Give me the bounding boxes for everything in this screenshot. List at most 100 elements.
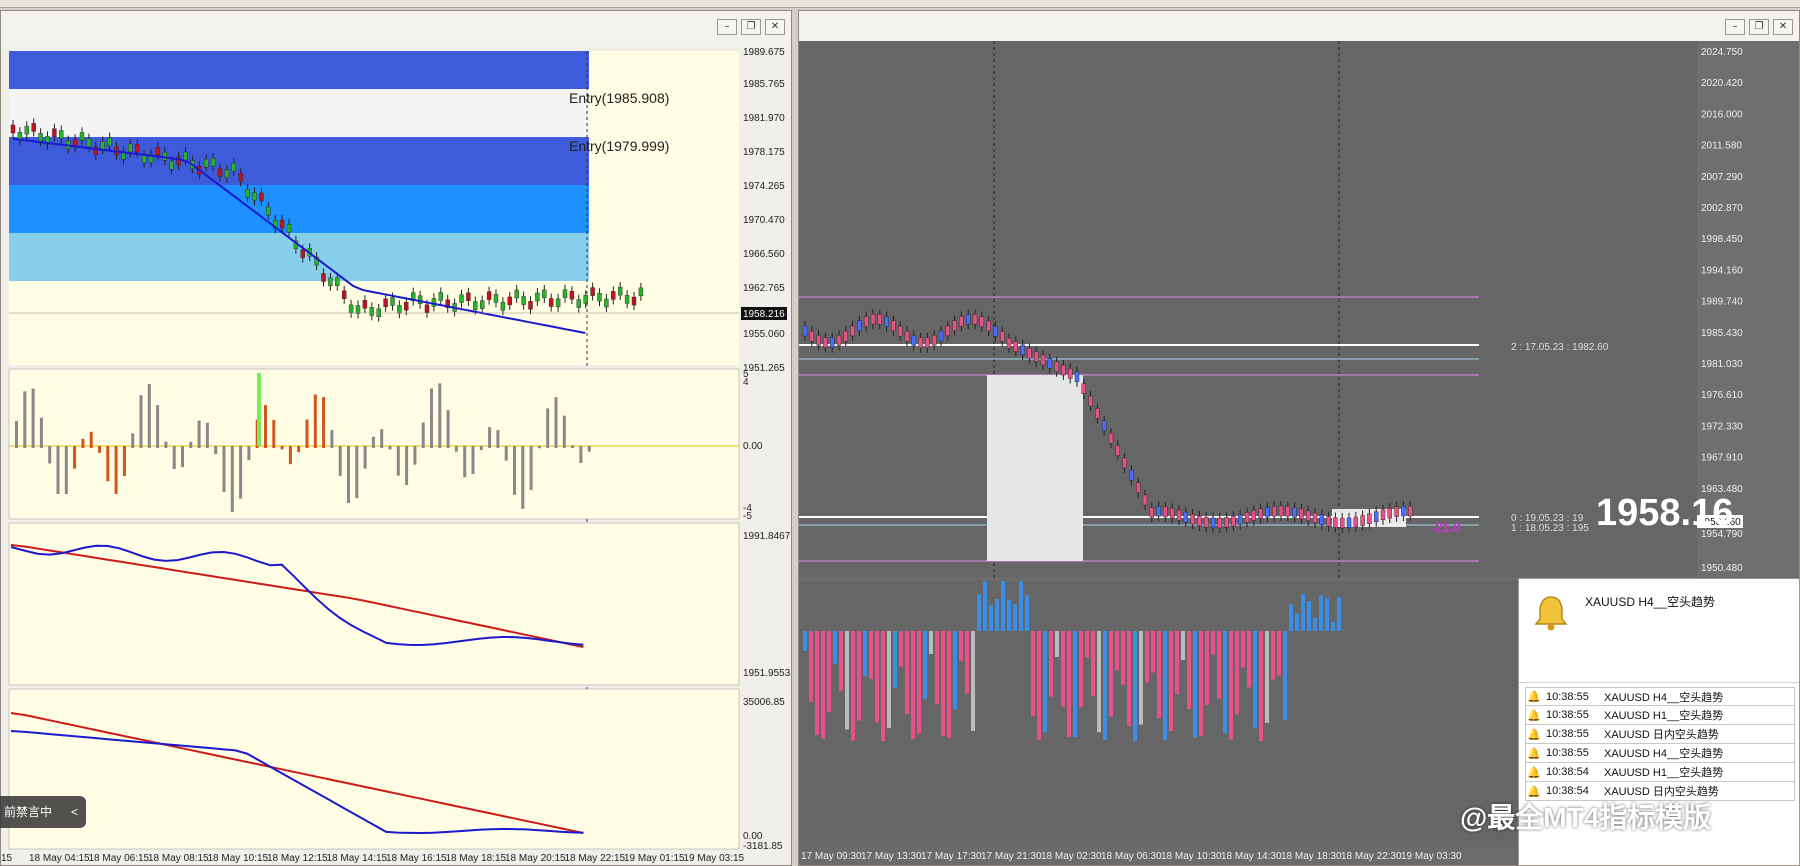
restore-icon[interactable]: ❐: [1749, 19, 1769, 35]
r-candle-body: [1040, 354, 1046, 366]
minimize-icon[interactable]: –: [717, 19, 737, 35]
candle-body: [604, 298, 609, 308]
band-mid: [9, 185, 589, 233]
right-window-titlebar: – ❐ ✕: [799, 11, 1799, 41]
hist-bar: [1283, 631, 1287, 721]
candle-body: [328, 277, 333, 287]
osc-bar: [89, 431, 93, 448]
r-candle-body: [1408, 505, 1413, 517]
alert-row[interactable]: 🔔 10:38:55 XAUUSD H1__空头趋势: [1525, 706, 1795, 725]
osc-bar: [15, 421, 18, 448]
candle-body: [100, 141, 105, 150]
hist-bar: [839, 631, 843, 691]
alert-row[interactable]: 🔔 10:38:55 XAUUSD H4__空头趋势: [1525, 744, 1795, 763]
r-candle-body: [979, 316, 985, 327]
close-icon[interactable]: ✕: [765, 19, 785, 35]
entry-label-1: Entry(1985.908): [569, 90, 669, 106]
hist-bar: [1157, 631, 1161, 719]
r-candle-body: [1353, 516, 1358, 528]
candle-body: [466, 292, 471, 302]
hist-bar: [911, 631, 915, 740]
bell-icon: [1534, 596, 1568, 631]
bell-icon: 🔔: [1527, 747, 1541, 760]
right-price-tick: 1950.480: [1701, 563, 1743, 574]
r-candle-body: [1197, 515, 1202, 527]
r-candle-body: [1190, 513, 1195, 525]
bell-icon: 🔔: [1527, 728, 1541, 741]
time-tick: 18 May 16:15: [386, 853, 447, 864]
osc-bar: [355, 446, 359, 499]
osc-bar: [164, 441, 168, 448]
hist-bar: [1295, 613, 1299, 631]
hist-bar: [1151, 631, 1155, 673]
right-time-tick: 19 May 03:30: [1401, 851, 1462, 862]
hist-bar: [923, 631, 927, 700]
price-tick: 1966.560: [743, 249, 785, 260]
muted-status-pill[interactable]: 前禁言中 <: [0, 796, 86, 828]
candle-body: [183, 151, 188, 161]
hist-bar: [887, 631, 891, 728]
hist-bar: [857, 631, 861, 721]
r-candle-body: [959, 316, 964, 327]
osc-bar: [48, 446, 52, 464]
candle-body: [342, 290, 347, 299]
r-candle-body: [918, 337, 923, 348]
r-candle-body: [1122, 457, 1127, 469]
left-chart-window[interactable]: – ❐ ✕ Entry(1985.908) Entry(1979.999) 19…: [0, 10, 792, 866]
hist-bar: [1265, 631, 1269, 723]
r-candle-body: [1258, 508, 1263, 519]
hist-bar: [983, 581, 987, 631]
candle-body: [417, 295, 423, 304]
osc-bar: [471, 446, 475, 474]
osc-bar: [189, 441, 193, 448]
time-tick: 18 May 14:15: [327, 853, 388, 864]
osc-bar: [214, 446, 218, 455]
alert-row[interactable]: 🔔 10:38:54 XAUUSD H1__空头趋势: [1525, 763, 1795, 782]
alert-row[interactable]: 🔔 10:38:55 XAUUSD 日内空头趋势: [1525, 725, 1795, 744]
hist-bar: [881, 631, 885, 741]
osc-bar: [272, 419, 276, 448]
candle-body: [424, 304, 430, 313]
r-candle-body: [1238, 514, 1243, 525]
candle-body: [210, 158, 216, 167]
chevron-left-icon[interactable]: <: [71, 796, 78, 828]
r-candle-body: [1006, 337, 1012, 349]
r-candle-body: [1340, 517, 1345, 529]
close-icon[interactable]: ✕: [1773, 19, 1793, 35]
r-candle-body: [999, 331, 1005, 342]
hist-bar: [1079, 631, 1083, 708]
muted-status-text: 前禁言中: [4, 805, 53, 819]
left-price-axis: 1989.675 1985.765 1981.970 1978.175 1974.265…: [743, 47, 785, 374]
price-tick: 1970.470: [743, 215, 785, 226]
r-candle-body: [1074, 371, 1080, 383]
right-time-tick: 18 May 02:30: [1041, 851, 1102, 862]
price-tick: 1974.265: [743, 181, 785, 192]
r-candle-body: [1136, 482, 1141, 493]
osc-bar: [571, 445, 575, 448]
candle-body: [459, 294, 464, 303]
left-chart-canvas[interactable]: Entry(1985.908) Entry(1979.999) 1989.675…: [1, 41, 791, 865]
left-time-axis: 15 18 May 04:1518 May 06:1518 May 08:1518…: [1, 853, 745, 864]
minimize-icon[interactable]: –: [1725, 19, 1745, 35]
osc-bar: [122, 446, 126, 477]
r-candle-body: [1306, 510, 1311, 522]
osc-bar: [64, 446, 68, 495]
candle-body: [611, 291, 616, 300]
hist-bar: [1301, 593, 1305, 631]
alert-header: XAUUSD H4__空头趋势: [1519, 579, 1799, 683]
hist-bar: [947, 631, 951, 738]
hist-bar: [815, 631, 819, 735]
hist-bar: [1319, 595, 1323, 631]
right-time-tick: 18 May 18:30: [1281, 851, 1342, 862]
hist-bar: [1259, 631, 1263, 741]
r-candle-body: [843, 330, 848, 342]
osc-bar: [264, 405, 267, 448]
osc-bar: [288, 446, 292, 465]
right-price-tick: 2011.580: [1701, 141, 1742, 152]
r-candle-body: [1013, 341, 1019, 352]
alert-list[interactable]: 🔔 10:38:55 XAUUSD H4__空头趋势 🔔 10:38:55 XAUUSD …: [1525, 687, 1795, 801]
hist-bar: [1013, 603, 1017, 631]
alert-row[interactable]: 🔔 10:38:55 XAUUSD H4__空头趋势: [1525, 687, 1795, 706]
candle-body: [583, 295, 588, 304]
restore-icon[interactable]: ❐: [741, 19, 761, 35]
